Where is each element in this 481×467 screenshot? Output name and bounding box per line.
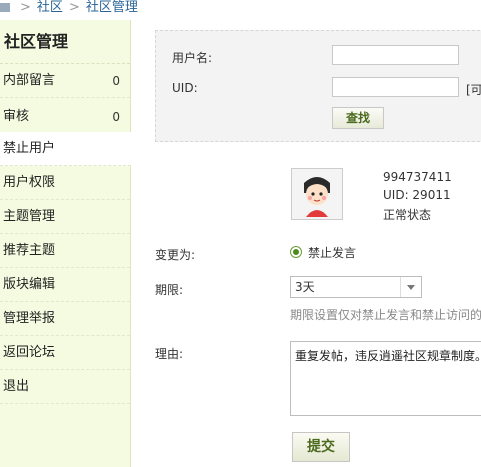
sidebar-item-label: 主题管理 [3,209,56,224]
user-avatar-icon [292,169,342,219]
user-status: 正常状态 [383,208,432,222]
avatar [291,168,343,220]
sidebar-item-label: 管理举报 [3,311,56,326]
uid-hint: [可 [466,83,481,97]
sidebar-item-count: 0 [112,110,120,124]
breadcrumb-link-community[interactable]: 社区 [37,0,63,15]
sidebar-item-manage-reports[interactable]: 管理举报 [0,302,130,336]
sidebar-item-count: 0 [112,74,120,88]
period-select-value: 3天 [295,280,315,294]
sidebar-item-label: 返回论坛 [3,345,56,360]
sidebar-item-label: 退出 [3,379,30,394]
find-button[interactable]: 查找 [332,107,384,129]
sidebar-title: 社区管理 [0,20,130,64]
sidebar-item-label: 推荐主题 [3,243,56,258]
period-hint: 期限设置仅对禁止发言和禁止访问的 [290,308,481,322]
user-name: 994737411 [383,170,452,184]
sidebar-item-label: 用户权限 [3,175,56,190]
change-to-label: 变更为: [155,248,196,262]
username-input[interactable] [332,45,459,65]
sidebar-item-label: 版块编辑 [3,277,56,292]
chevron-down-icon[interactable] [400,277,421,297]
sidebar-item-forum-edit[interactable]: 版块编辑 [0,268,130,302]
sidebar-item-user-permissions[interactable]: 用户权限 [0,166,130,200]
submit-button[interactable]: 提交 [292,432,350,462]
ban-speech-option-label[interactable]: 禁止发言 [308,244,356,261]
sidebar-item-topic-management[interactable]: 主题管理 [0,200,130,234]
sidebar-item-label: 内部留言 [3,73,56,88]
sidebar-item-recommended-topics[interactable]: 推荐主题 [0,234,130,268]
home-icon[interactable] [0,3,10,12]
reason-label: 理由: [155,347,184,361]
period-label: 期限: [155,283,184,297]
breadcrumb-separator: > [68,0,80,15]
username-label: 用户名: [172,51,213,65]
breadcrumb-link-community-admin[interactable]: 社区管理 [86,0,138,15]
period-select[interactable]: 3天 [290,276,422,298]
sidebar-item-review[interactable]: 审核 0 [0,100,130,134]
sidebar-item-back-to-forum[interactable]: 返回论坛 [0,336,130,370]
breadcrumb: > 社区 > 社区管理 [0,0,138,15]
uid-label: UID: [172,81,198,95]
sidebar-item-label: 审核 [3,109,30,124]
user-uid: UID: 29011 [383,188,451,202]
sidebar-item-internal-messages[interactable]: 内部留言 0 [0,64,130,98]
sidebar-item-logout[interactable]: 退出 [0,370,130,404]
reason-textarea[interactable]: 重复发帖，违反逍遥社区规章制度。 [290,341,481,416]
sidebar-item-ban-user[interactable]: 禁止用户 [0,132,131,166]
sidebar-item-label: 禁止用户 [3,141,56,156]
sidebar: 社区管理 内部留言 0 审核 0 禁止用户 用户权限 主题管理 推荐主题 版块编… [0,20,131,467]
uid-input[interactable] [332,77,459,97]
ban-speech-radio[interactable] [290,246,302,258]
breadcrumb-separator: > [20,0,31,15]
search-panel: 用户名: UID: [可 查找 [155,30,481,142]
